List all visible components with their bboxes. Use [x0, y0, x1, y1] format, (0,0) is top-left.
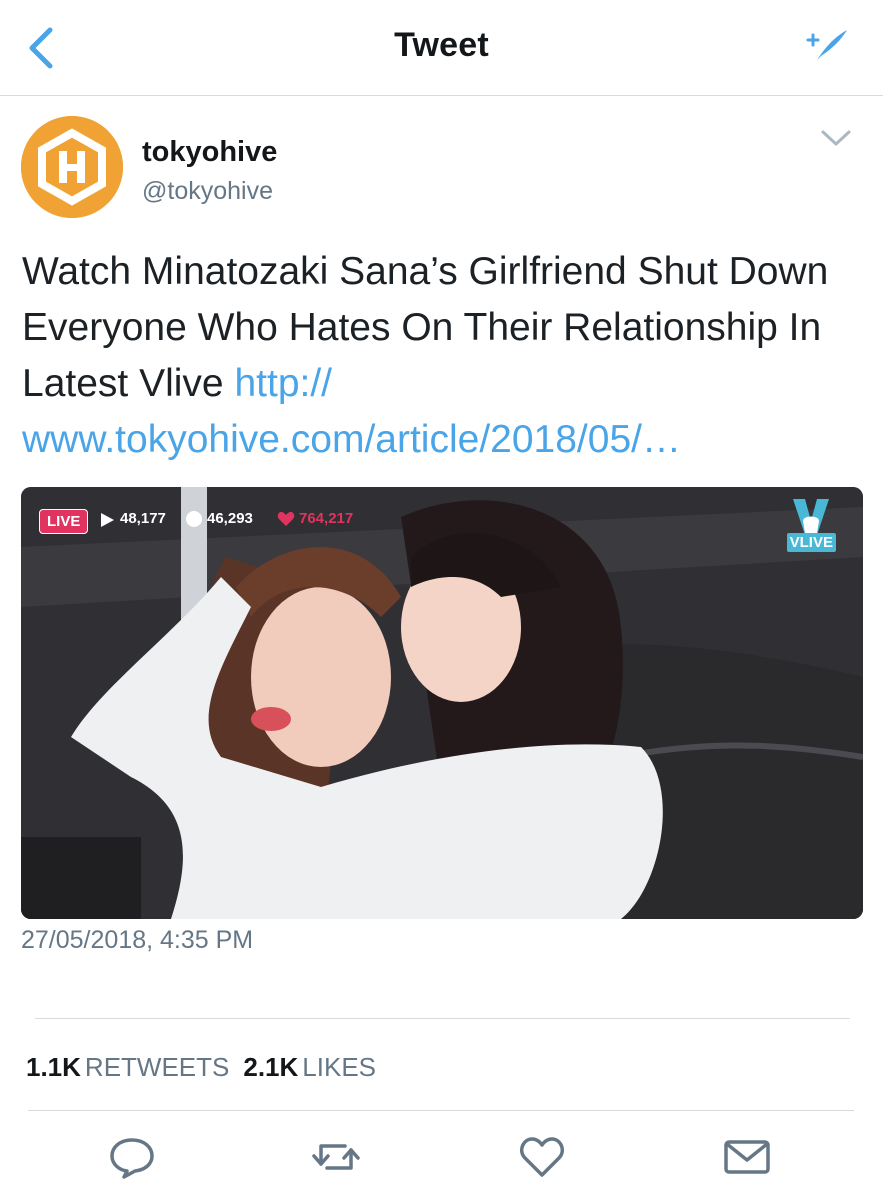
vlive-logo-text: VLIVE	[786, 533, 836, 552]
like-icon[interactable]	[517, 1134, 567, 1180]
author-handle[interactable]: @tokyohive	[142, 177, 273, 206]
reply-icon[interactable]	[107, 1134, 157, 1180]
compose-tweet-icon[interactable]	[805, 26, 851, 66]
page-title: Tweet	[394, 26, 489, 64]
tweet-timestamp: 27/05/2018, 4:35 PM	[21, 926, 254, 954]
view-count: 48,177	[120, 510, 166, 527]
retweet-icon[interactable]	[311, 1134, 361, 1180]
divider	[28, 1110, 854, 1111]
tweet-text: Watch Minatozaki Sana’s Girlfriend Shut …	[22, 244, 862, 468]
tokyohive-logo-icon	[21, 116, 123, 218]
comment-count-icon	[186, 511, 202, 527]
divider	[35, 1018, 850, 1019]
retweets-label[interactable]: RETWEETS	[85, 1052, 229, 1082]
retweets-count[interactable]: 1.1K	[26, 1052, 81, 1082]
tweet-link-part2: www.tokyohive.com/article/2018/05/…	[22, 418, 681, 461]
live-badge: LIVE	[39, 509, 89, 534]
chevron-down-icon[interactable]	[819, 124, 853, 152]
tweet-link-part1: http://	[234, 362, 333, 405]
engagement-stats: 1.1K RETWEETS 2.1K LIKES	[26, 1052, 390, 1083]
navigation-bar: Tweet	[0, 0, 883, 96]
video-still-image	[21, 487, 863, 919]
tweet-media-image[interactable]: LIVE 48,177 46,293 764,217 VLIVE	[21, 487, 863, 919]
comment-count: 46,293	[207, 510, 253, 527]
heart-count-icon	[277, 511, 295, 526]
likes-count[interactable]: 2.1K	[243, 1052, 298, 1082]
avatar[interactable]	[21, 116, 123, 218]
likes-label[interactable]: LIKES	[302, 1052, 376, 1082]
share-icon[interactable]	[722, 1134, 772, 1180]
heart-count: 764,217	[299, 510, 354, 527]
play-icon	[101, 513, 114, 527]
tweet-body: Watch Minatozaki Sana’s Girlfriend Shut …	[22, 250, 829, 405]
author-name[interactable]: tokyohive	[142, 136, 277, 169]
